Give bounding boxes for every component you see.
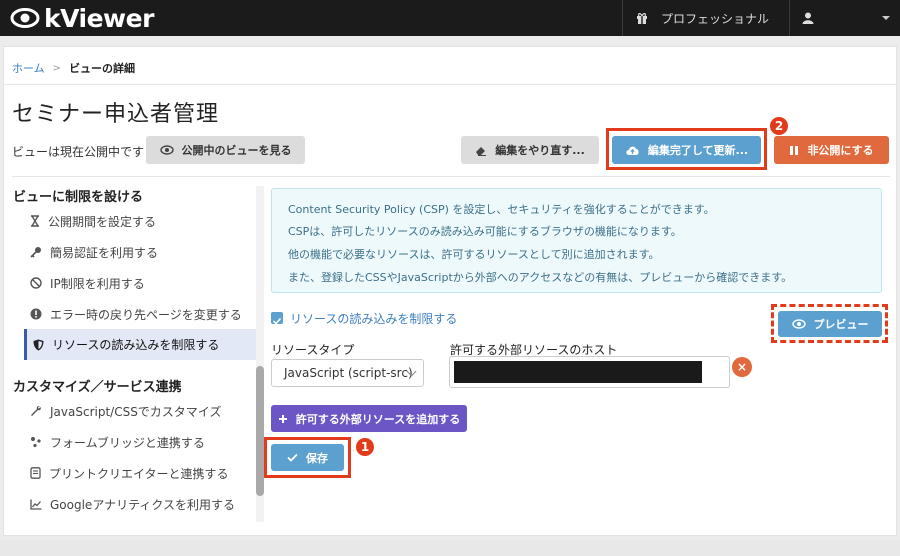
- breadcrumb-separator: >: [52, 62, 62, 74]
- sidebar-item-form-bridge[interactable]: フォームブリッジと連携する: [24, 427, 256, 457]
- publish-status-text: ビューは現在公開中です: [12, 145, 145, 159]
- annotation-badge-2: 2: [770, 117, 788, 135]
- app-logo[interactable]: kViewer: [10, 3, 154, 33]
- plan-menu[interactable]: プロフェッショナル: [636, 0, 769, 36]
- info-line: Content Security Policy (CSP) を設定し、セキュリテ…: [288, 203, 715, 216]
- unpublish-label: 非公開にする: [807, 144, 874, 157]
- redo-edit-label: 編集をやり直す...: [495, 144, 585, 157]
- chevron-down-icon[interactable]: [882, 16, 890, 20]
- save-button[interactable]: 保存: [271, 444, 344, 471]
- redacted-host-value: [454, 361, 702, 383]
- redo-edit-button[interactable]: 編集をやり直す...: [461, 136, 599, 164]
- print-icon: [30, 467, 41, 479]
- sidebar-item-simple-auth[interactable]: 簡易認証を利用する: [24, 237, 256, 267]
- eye-logo-icon: [10, 8, 40, 28]
- eye-icon: [159, 145, 174, 155]
- resource-type-value: JavaScript (script-src): [284, 366, 413, 380]
- annotation-badge-1: 1: [356, 438, 374, 456]
- bridge-icon: [31, 437, 41, 448]
- preview-label: プレビュー: [813, 318, 869, 331]
- sidebar-scrollbar-thumb[interactable]: [256, 366, 264, 496]
- add-resource-label: 許可する外部リソースを追加する: [295, 412, 461, 426]
- finish-update-button[interactable]: 編集完了して更新...: [612, 136, 761, 164]
- nav-divider: [622, 0, 623, 36]
- resource-type-select[interactable]: JavaScript (script-src): [271, 359, 424, 387]
- gift-icon: [637, 13, 647, 24]
- sidebar-item-label: フォームブリッジと連携する: [50, 435, 205, 450]
- sidebar-item-label: リソースの読み込みを制限する: [52, 338, 220, 352]
- sidebar-item-label: JavaScript/CSSでカスタマイズ: [50, 404, 222, 419]
- sidebar-item-label: プリントクリエイターと連携する: [49, 466, 229, 481]
- divider: [12, 176, 890, 177]
- sidebar-item-label: Googleアナリティクスを利用する: [50, 497, 235, 512]
- sidebar-item-resource-restriction[interactable]: リソースの読み込みを制限する: [24, 329, 256, 360]
- sidebar-item-label: エラー時の戻り先ページを変更する: [50, 307, 242, 322]
- cloud-upload-icon: [626, 146, 639, 155]
- chart-icon: [30, 499, 42, 510]
- divider: [3, 84, 897, 85]
- exclamation-icon: [30, 308, 42, 320]
- hourglass-icon: [31, 215, 39, 227]
- nav-divider: [789, 0, 790, 36]
- breadcrumb: ホーム > ビューの詳細: [12, 60, 135, 76]
- view-public-label: 公開中のビューを見る: [181, 144, 292, 157]
- pause-icon: [790, 145, 799, 155]
- add-resource-button[interactable]: 許可する外部リソースを追加する: [271, 405, 467, 432]
- save-label: 保存: [306, 451, 328, 465]
- sidebar-item-label: 簡易認証を利用する: [50, 245, 159, 260]
- check-icon: [272, 317, 282, 325]
- app-logo-text: kViewer: [44, 3, 154, 33]
- check-icon: [287, 453, 298, 462]
- page-footer-strip: [0, 540, 900, 556]
- sidebar-item-label: IP制限を利用する: [50, 276, 145, 291]
- info-line: また、登録したCSSやJavaScriptから外部へのアクセスなどの有無は、プレ…: [288, 271, 793, 284]
- restrict-resources-checkbox[interactable]: [271, 312, 283, 325]
- sidebar-item-print-creator[interactable]: プリントクリエイターと連携する: [24, 458, 256, 488]
- sidebar-item-publish-period[interactable]: 公開期間を設定する: [24, 206, 256, 236]
- key-icon: [30, 247, 41, 258]
- view-public-button[interactable]: 公開中のビューを見る: [146, 136, 305, 164]
- breadcrumb-home-link[interactable]: ホーム: [12, 60, 45, 76]
- finish-update-label: 編集完了して更新...: [647, 144, 749, 157]
- sidebar-item-ip-restriction[interactable]: IP制限を利用する: [24, 268, 256, 298]
- unpublish-button[interactable]: 非公開にする: [774, 136, 889, 164]
- info-line: 他の機能で必要なリソースは、許可するリソースとして別に追加されます。: [288, 248, 660, 261]
- restrict-resources-label[interactable]: リソースの読み込みを制限する: [290, 310, 457, 327]
- page-title: セミナー申込者管理: [12, 102, 220, 127]
- plan-label: プロフェッショナル: [661, 11, 770, 26]
- ban-icon: [30, 277, 42, 289]
- plus-icon: [278, 414, 287, 423]
- preview-button[interactable]: プレビュー: [778, 311, 882, 337]
- user-menu[interactable]: [802, 0, 814, 36]
- sidebar-item-js-css[interactable]: JavaScript/CSSでカスタマイズ: [24, 396, 256, 426]
- sidebar-item-google-analytics[interactable]: Googleアナリティクスを利用する: [24, 489, 256, 519]
- user-icon: [802, 12, 814, 24]
- resource-type-label: リソースタイプ: [271, 343, 355, 357]
- close-icon: ×: [736, 360, 748, 374]
- sidebar-item-error-page[interactable]: エラー時の戻り先ページを変更する: [24, 299, 256, 329]
- top-nav: kViewer プロフェッショナル: [0, 0, 900, 36]
- csp-info-box: Content Security Policy (CSP) を設定し、セキュリテ…: [271, 188, 882, 293]
- sidebar-section-restrictions: ビューに制限を設ける: [13, 190, 144, 205]
- eraser-icon: [476, 146, 487, 156]
- wrench-icon: [31, 406, 41, 416]
- breadcrumb-current: ビューの詳細: [69, 62, 136, 75]
- shield-icon: [33, 339, 44, 350]
- sidebar-section-customize: カスタマイズ／サービス連携: [13, 380, 182, 395]
- sidebar-item-label: 公開期間を設定する: [48, 214, 157, 229]
- eye-icon: [791, 319, 806, 329]
- info-line: CSPは、許可したリソースのみ読み込み可能にするブラウザの機能になります。: [288, 225, 682, 238]
- remove-resource-button[interactable]: ×: [732, 357, 752, 377]
